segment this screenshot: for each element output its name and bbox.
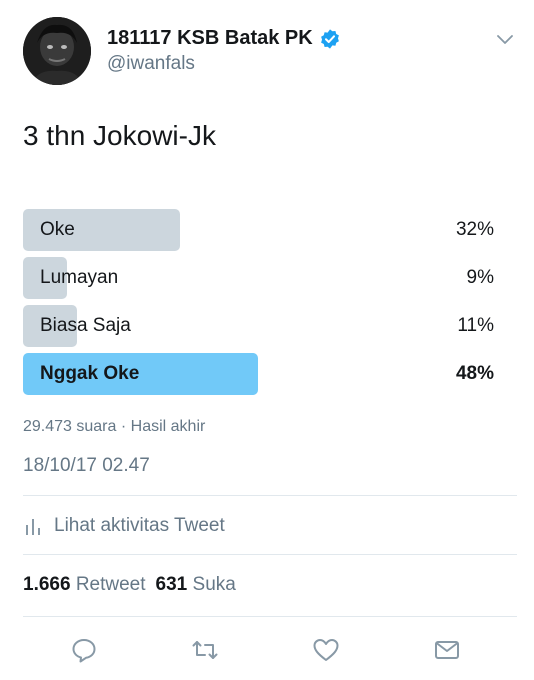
chevron-down-icon[interactable] xyxy=(496,33,514,45)
like-label: Suka xyxy=(192,574,236,595)
poll-meta: 29.473 suara · Hasil akhir xyxy=(23,418,205,436)
tweet-actions xyxy=(0,636,534,666)
tweet-stats: 1.666 Retweet 631 Suka xyxy=(23,574,236,596)
reply-icon xyxy=(72,639,96,663)
poll-option: Nggak Oke 48% xyxy=(23,353,497,395)
retweet-label: Retweet xyxy=(75,574,146,595)
divider xyxy=(23,616,517,617)
poll-option: Oke 32% xyxy=(23,209,497,251)
verified-badge-icon xyxy=(321,29,339,49)
analytics-icon xyxy=(26,519,40,535)
display-name[interactable]: 181117 KSB Batak PK xyxy=(107,27,313,50)
poll-vote-count: 29.473 suara xyxy=(23,418,117,435)
reply-button[interactable] xyxy=(70,636,98,664)
poll-option-label: Nggak Oke xyxy=(40,363,140,384)
divider xyxy=(23,554,517,555)
user-handle[interactable]: @iwanfals xyxy=(107,53,195,75)
poll-option-percent: 32% xyxy=(455,219,494,240)
like-stat[interactable]: 631 Suka xyxy=(156,574,236,595)
avatar[interactable] xyxy=(23,17,91,85)
poll-option-label: Biasa Saja xyxy=(40,315,131,336)
poll-option-percent: 9% xyxy=(466,267,494,288)
poll-option: Lumayan 9% xyxy=(23,257,497,299)
poll-option-percent: 48% xyxy=(455,363,494,384)
divider xyxy=(23,495,517,496)
meta-separator: · xyxy=(120,418,127,435)
tweet-text: 3 thn Jokowi-Jk xyxy=(23,120,216,151)
retweet-count: 1.666 xyxy=(23,574,71,595)
activity-label: Lihat aktivitas Tweet xyxy=(54,515,225,536)
like-icon xyxy=(313,639,339,661)
retweet-button[interactable] xyxy=(191,636,219,664)
avatar-image xyxy=(23,17,91,85)
tweet-timestamp[interactable]: 18/10/17 02.47 xyxy=(23,455,150,477)
like-count: 631 xyxy=(155,574,188,595)
poll-option-label: Lumayan xyxy=(40,267,119,288)
retweet-stat[interactable]: 1.666 Retweet xyxy=(23,574,146,595)
poll-option-label: Oke xyxy=(40,219,75,240)
direct-message-icon xyxy=(435,641,459,659)
poll-status: Hasil akhir xyxy=(130,418,206,435)
direct-message-button[interactable] xyxy=(433,636,461,664)
tweet-header: 181117 KSB Batak PK @iwanfals xyxy=(0,0,534,100)
poll: Oke 32% Lumayan 9% Biasa Saja 11% Nggak … xyxy=(23,209,497,401)
poll-option: Biasa Saja 11% xyxy=(23,305,497,347)
retweet-icon xyxy=(192,641,218,659)
poll-option-percent: 11% xyxy=(457,315,494,336)
like-button[interactable] xyxy=(312,636,340,664)
